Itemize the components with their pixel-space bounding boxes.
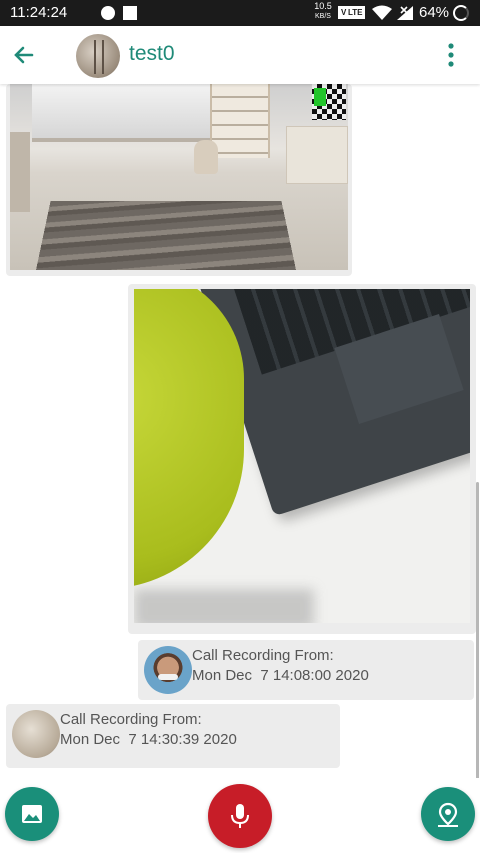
call-recording-text: Call Recording From: Mon Dec 7 14:08:00 … bbox=[192, 646, 369, 686]
photo-shadow bbox=[134, 589, 314, 623]
volte-badge: V LTE bbox=[338, 6, 366, 19]
battery-icon bbox=[453, 5, 469, 21]
call-recording-label: Call Recording From: bbox=[60, 711, 202, 728]
yellow-object bbox=[134, 289, 244, 589]
image-message-incoming[interactable] bbox=[6, 84, 352, 276]
message-list[interactable]: Call Recording From: Mon Dec 7 14:08:00 … bbox=[0, 84, 480, 778]
avatar bbox=[144, 646, 192, 694]
wifi-icon bbox=[372, 5, 392, 20]
network-speed-value: 10.5 bbox=[314, 1, 332, 11]
network-speed: 10.5 KB/S bbox=[312, 2, 334, 21]
notification-square-icon bbox=[123, 6, 137, 20]
app-bar: test0 bbox=[0, 26, 480, 84]
notification-dot-icon bbox=[101, 6, 115, 20]
send-location-button[interactable] bbox=[421, 787, 475, 841]
status-time: 11:24:24 bbox=[10, 4, 68, 21]
room-shelf bbox=[210, 84, 270, 158]
record-audio-button[interactable] bbox=[208, 784, 272, 848]
arrow-left-icon[interactable] bbox=[10, 41, 38, 69]
call-recording-timestamp: Mon Dec 7 14:08:00 2020 bbox=[192, 667, 369, 684]
battery-percent: 64% bbox=[419, 4, 450, 21]
room-rug bbox=[36, 200, 296, 270]
signal-icon bbox=[397, 6, 413, 20]
scrollbar[interactable] bbox=[476, 482, 479, 778]
location-pin-icon bbox=[438, 802, 458, 827]
image-message-outgoing[interactable] bbox=[128, 284, 476, 634]
call-recording-label: Call Recording From: bbox=[192, 647, 334, 664]
status-bar: 11:24:24 10.5 KB/S V LTE 64% bbox=[0, 0, 480, 26]
avatar-photo-detail bbox=[94, 40, 104, 74]
room-sofa bbox=[10, 132, 30, 212]
room-cat bbox=[194, 140, 218, 174]
call-recording-message-incoming[interactable]: Call Recording From: Mon Dec 7 14:30:39 … bbox=[6, 704, 340, 768]
send-image-button[interactable] bbox=[5, 787, 59, 841]
room-window bbox=[32, 84, 212, 142]
call-recording-text: Call Recording From: Mon Dec 7 14:30:39 … bbox=[60, 710, 237, 750]
call-recording-timestamp: Mon Dec 7 14:30:39 2020 bbox=[60, 731, 237, 748]
microphone-icon bbox=[231, 804, 249, 828]
more-vertical-icon[interactable] bbox=[440, 40, 462, 70]
image-gallery-icon bbox=[22, 805, 42, 823]
avatar bbox=[12, 710, 60, 758]
room-photo bbox=[10, 84, 348, 270]
call-recording-message-outgoing[interactable]: Call Recording From: Mon Dec 7 14:08:00 … bbox=[138, 640, 474, 700]
contact-avatar[interactable] bbox=[76, 34, 120, 78]
bottom-action-bar bbox=[0, 778, 480, 853]
room-checker-poster bbox=[312, 84, 346, 120]
room-cabinet bbox=[286, 126, 348, 184]
contact-name[interactable]: test0 bbox=[129, 42, 175, 66]
network-speed-unit: KB/S bbox=[315, 13, 331, 20]
laptop-photo bbox=[134, 289, 470, 623]
